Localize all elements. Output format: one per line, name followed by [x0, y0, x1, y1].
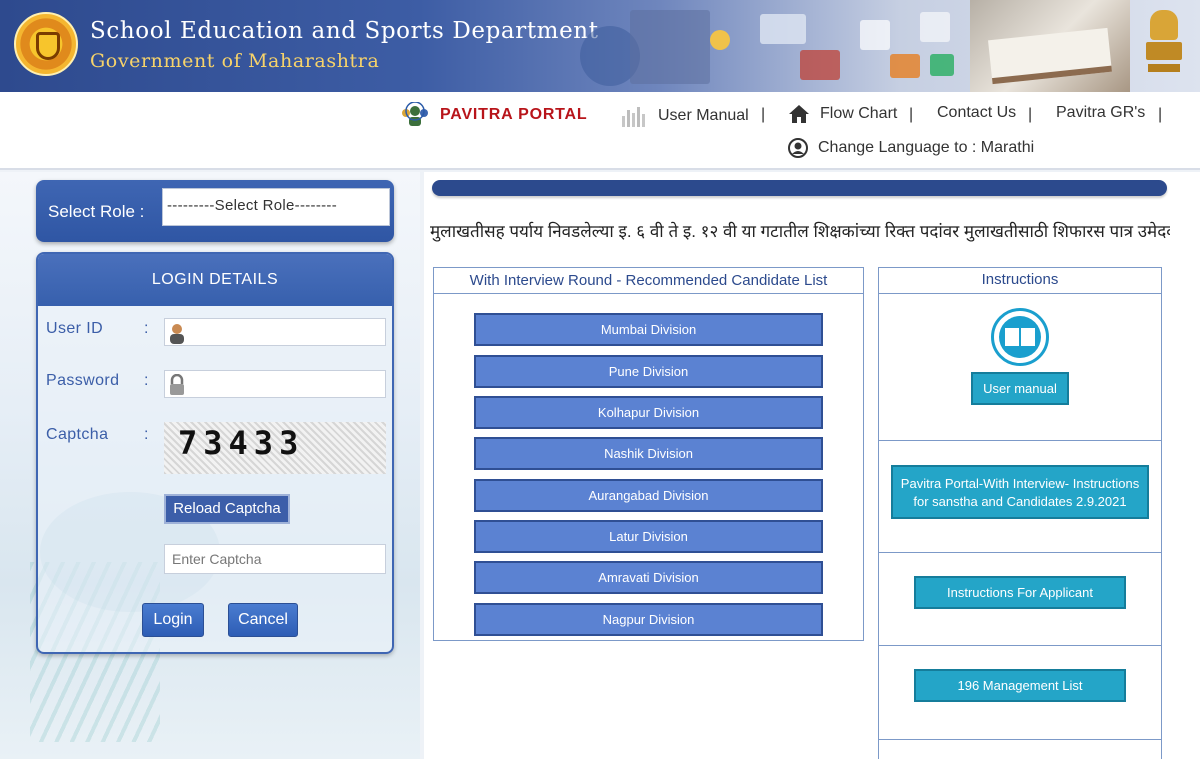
- division-button-nagpur[interactable]: Nagpur Division: [474, 603, 823, 636]
- instructions-section-management: 196 Management List: [879, 646, 1161, 740]
- pavitra-grs-label: Pavitra GR's: [1056, 104, 1146, 121]
- bar-chart-icon: [622, 107, 645, 127]
- book-icon: [991, 308, 1049, 366]
- management-list-button[interactable]: 196 Management List: [914, 669, 1126, 702]
- colon: :: [144, 320, 149, 337]
- division-button-amravati[interactable]: Amravati Division: [474, 561, 823, 594]
- change-language-link[interactable]: Change Language to : Marathi: [788, 138, 1034, 158]
- sanstha-instructions-button[interactable]: Pavitra Portal-With Interview- Instructi…: [891, 465, 1149, 519]
- login-details-title: LOGIN DETAILS: [38, 254, 392, 306]
- login-panel: LOGIN DETAILS User ID : Password : Captc…: [36, 252, 394, 654]
- candidate-list-title: With Interview Round - Recommended Candi…: [434, 268, 863, 294]
- flow-chart-link[interactable]: Flow Chart: [788, 104, 897, 124]
- education-collage-image: [560, 0, 970, 92]
- user-id-label: User ID: [46, 320, 104, 337]
- colon: :: [144, 372, 149, 389]
- login-button[interactable]: Login: [142, 603, 204, 637]
- main-content: मुलाखतीसह पर्याय निवडलेल्या इ. ६ वी ते इ…: [424, 172, 1200, 759]
- nav-separator: |: [909, 106, 914, 123]
- division-button-latur[interactable]: Latur Division: [474, 520, 823, 553]
- nav-separator: |: [1028, 106, 1033, 123]
- government-subtitle: Government of Maharashtra: [90, 50, 380, 72]
- pavitra-grs-link[interactable]: Pavitra GR's: [1056, 104, 1145, 122]
- colon: :: [144, 426, 149, 443]
- department-title: School Education and Sports Department: [90, 18, 599, 44]
- site-header: School Education and Sports Department G…: [0, 0, 1200, 92]
- announcement-marquee[interactable]: मुलाखतीसह पर्याय निवडलेल्या इ. ६ वी ते इ…: [430, 219, 1170, 243]
- enter-captcha-input[interactable]: Enter Captcha: [164, 544, 386, 574]
- instructions-section-sanstha: Pavitra Portal-With Interview- Instructi…: [879, 441, 1161, 553]
- division-button-mumbai[interactable]: Mumbai Division: [474, 313, 823, 346]
- user-manual-label: User Manual: [658, 107, 749, 124]
- cancel-button[interactable]: Cancel: [228, 603, 298, 637]
- change-language-label: Change Language to : Marathi: [818, 139, 1035, 156]
- user-manual-button[interactable]: User manual: [971, 372, 1069, 405]
- home-icon: [789, 105, 809, 123]
- content-header-bar: [432, 180, 1167, 196]
- user-icon: [170, 324, 184, 344]
- ashoka-emblem-icon: [1142, 10, 1186, 78]
- select-role-dropdown[interactable]: ---------Select Role--------: [162, 188, 390, 226]
- students-writing-image: [970, 0, 1130, 92]
- user-id-input[interactable]: [164, 318, 386, 346]
- instructions-panel: Instructions User manual Pavitra Portal-…: [878, 267, 1162, 759]
- candidate-list-panel: With Interview Round - Recommended Candi…: [433, 267, 864, 641]
- user-manual-link[interactable]: User Manual: [620, 104, 749, 128]
- applicant-instructions-button[interactable]: Instructions For Applicant: [914, 576, 1126, 609]
- maharashtra-emblem-icon: [14, 12, 78, 76]
- user-circle-icon: [788, 138, 808, 158]
- instructions-title: Instructions: [879, 268, 1161, 294]
- division-button-pune[interactable]: Pune Division: [474, 355, 823, 388]
- captcha-label: Captcha: [46, 426, 109, 443]
- division-button-nashik[interactable]: Nashik Division: [474, 437, 823, 470]
- top-navigation: PAVITRA PORTAL User Manual | Flow Chart …: [0, 92, 1200, 170]
- division-button-aurangabad[interactable]: Aurangabad Division: [474, 479, 823, 512]
- contact-us-label: Contact Us: [937, 104, 1017, 121]
- nav-separator: |: [1158, 106, 1163, 123]
- flow-chart-label: Flow Chart: [820, 105, 898, 122]
- password-label: Password: [46, 372, 120, 389]
- instructions-section-user-manual: User manual: [879, 294, 1161, 441]
- select-role-label: Select Role :: [48, 202, 145, 221]
- portal-name: PAVITRA PORTAL: [440, 106, 588, 123]
- reload-captcha-button[interactable]: Reload Captcha: [164, 494, 290, 524]
- lock-icon: [170, 374, 184, 395]
- captcha-image: 73433: [164, 422, 386, 474]
- portal-people-icon: [402, 102, 428, 126]
- instructions-section-applicant: Instructions For Applicant: [879, 553, 1161, 646]
- division-button-kolhapur[interactable]: Kolhapur Division: [474, 396, 823, 429]
- password-input[interactable]: [164, 370, 386, 398]
- select-role-panel: Select Role : ---------Select Role------…: [36, 180, 394, 242]
- pavitra-portal-link[interactable]: PAVITRA PORTAL: [400, 102, 588, 128]
- nav-separator: |: [761, 106, 766, 123]
- contact-us-link[interactable]: Contact Us: [937, 104, 1016, 122]
